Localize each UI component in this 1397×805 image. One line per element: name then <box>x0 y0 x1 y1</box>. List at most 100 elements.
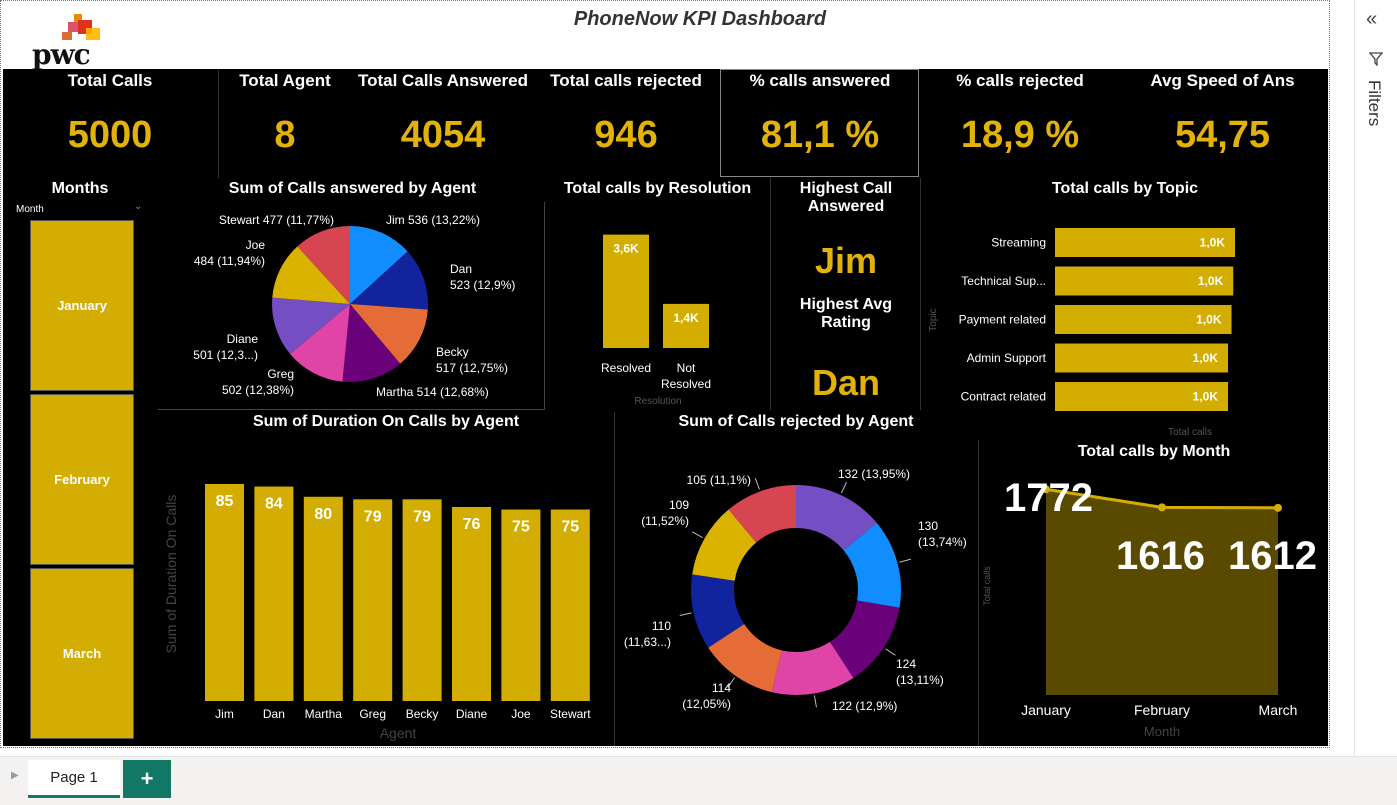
bar-data-label: 75 <box>512 519 530 536</box>
x-axis-title: Month <box>1144 724 1180 739</box>
dashboard-title: PhoneNow KPI Dashboard <box>573 8 827 30</box>
bar-data-label: 80 <box>314 506 332 523</box>
leader-line <box>679 612 692 616</box>
x-axis-title: Agent <box>380 725 417 741</box>
bar <box>550 509 590 701</box>
month-february-button[interactable]: February <box>30 394 134 565</box>
kpi-total-agent-value: 8 <box>274 114 296 156</box>
x-tick-label: Martha <box>305 707 343 721</box>
filters-label[interactable]: Filters <box>1364 80 1384 126</box>
x-tick-label: Dan <box>263 707 285 721</box>
bar-data-label: 76 <box>463 516 481 533</box>
leader-line <box>691 531 703 539</box>
highest-answered-label: Highest Call Answered <box>799 180 893 215</box>
pie-data-label: Martha 514 (12,68%) <box>376 385 489 399</box>
bar-data-label: 1,0K <box>1200 236 1226 250</box>
month-area-chart[interactable]: 1772 1616 1612 January February March Month Tot… <box>980 466 1326 744</box>
donut-data-label: 114 <box>712 681 731 695</box>
donut-data-label: 110 <box>652 619 671 633</box>
kpi-total-agent-label: Total Agent <box>239 71 331 90</box>
area-point <box>1274 503 1282 512</box>
topic-bar-chart[interactable]: Streaming 1,0K Technical Sup... 1,0K Payment… <box>922 202 1327 438</box>
kpi-pct-rejected-value: 18,9 % <box>960 114 1080 156</box>
resolution-bar-chart[interactable]: 3,6K Resolved 1,4K Not Resolved Resolution <box>555 202 765 408</box>
bar-data-label: 79 <box>364 508 382 525</box>
kpi-calls-answered-value: 4054 <box>400 114 486 156</box>
pie-data-label: 517 (12,75%) <box>436 361 508 375</box>
resolution-chart-title: Total calls by Resolution <box>563 180 752 197</box>
area-point <box>1158 503 1166 512</box>
answered-pie-chart[interactable]: Jim 536 (13,22%) Dan 523 (12,9%) Becky 517 (… <box>160 202 545 408</box>
rejected-donut-title: Sum of Calls rejected by Agent <box>678 413 914 430</box>
donut-data-label: 132 (13,95%) <box>838 467 910 481</box>
donut-data-label: 122 (12,9%) <box>832 699 897 713</box>
kpi-calls-answered-label: Total Calls Answered <box>357 71 529 90</box>
kpi-pct-rejected-label: % calls rejected <box>956 71 1084 90</box>
donut-data-label: (11,63...) <box>624 635 671 649</box>
donut-data-label: (11,52%) <box>641 514 689 528</box>
x-axis-title: Total calls <box>1168 427 1212 438</box>
x-axis-title: Resolution <box>634 396 681 407</box>
filter-icon[interactable] <box>1369 52 1383 66</box>
collapse-pane-icon[interactable]: « <box>1366 8 1377 31</box>
bar-data-label: 84 <box>265 496 283 513</box>
pie-data-label: 502 (12,38%) <box>222 383 294 397</box>
leader-line <box>754 477 760 490</box>
chevron-down-icon[interactable]: ⌄ <box>134 201 142 212</box>
y-tick-label: Streaming <box>991 236 1046 250</box>
month-january-button[interactable]: January <box>30 220 134 391</box>
bar-data-label: 1,0K <box>1198 274 1224 288</box>
donut-data-label: 130 <box>918 519 938 533</box>
pie-data-label: Stewart 477 (11,77%) <box>219 213 334 227</box>
kpi-avg-speed-label: Avg Speed of Ans <box>1150 71 1295 90</box>
bar-data-label: 75 <box>561 519 579 536</box>
pie-data-label: 501 (12,3...) <box>193 348 258 362</box>
pie-data-label: Jim 536 (13,22%) <box>386 213 480 227</box>
leader-line <box>885 648 896 656</box>
bar <box>452 506 491 701</box>
x-tick-label: January <box>1021 702 1071 718</box>
x-tick-label: Diane <box>456 707 488 721</box>
rejected-donut-chart[interactable]: 132 (13,95%) 130 (13,74%) 124 (13,11%) 122 (1… <box>616 436 976 744</box>
y-tick-label: Contract related <box>961 390 1046 404</box>
x-tick-label: Resolved <box>601 361 651 375</box>
x-tick-label: March <box>1259 702 1298 718</box>
pie-data-label: 523 (12,9%) <box>450 278 515 292</box>
month-march-button[interactable]: March <box>30 568 134 739</box>
scroll-left-icon[interactable]: ▶ <box>11 770 19 781</box>
x-tick-label: Becky <box>406 707 439 721</box>
duration-bar-chart[interactable]: 85 Jim 84 Dan 80 Martha 79 Greg 79 Becky 76 Diane 75… <box>158 436 612 744</box>
x-tick-label: February <box>1134 702 1190 718</box>
area-data-label: 1612 <box>1228 534 1317 578</box>
add-page-button[interactable]: + <box>123 760 171 798</box>
pie-data-label: Joe <box>246 238 266 252</box>
donut-data-label: (13,11%) <box>896 673 944 687</box>
bar-data-label: 1,0K <box>1193 390 1219 404</box>
kpi-avg-speed-value: 54,75 <box>1174 114 1271 156</box>
bar <box>402 499 442 701</box>
y-tick-label: Admin Support <box>967 351 1047 365</box>
bar-data-label: 1,0K <box>1193 351 1219 365</box>
donut-data-label: 124 <box>896 657 916 671</box>
kpi-calls-rejected-label: Total calls rejected <box>550 71 702 90</box>
divider <box>978 440 979 746</box>
y-tick-label: Payment related <box>959 313 1046 327</box>
duration-chart-title: Sum of Duration On Calls by Agent <box>252 413 520 430</box>
donut-data-label: (12,05%) <box>682 697 731 711</box>
bar <box>353 499 393 701</box>
x-tick-label: Jim <box>215 707 234 721</box>
months-slicer-title: Months <box>51 180 109 197</box>
bar <box>254 486 294 701</box>
tab-page-1[interactable]: Page 1 <box>28 760 120 798</box>
donut-data-label: 109 <box>669 498 689 512</box>
bar <box>205 484 244 701</box>
area-fill <box>1046 489 1278 695</box>
x-tick-label: Not <box>677 361 696 375</box>
y-axis-title: Total calls <box>982 566 992 606</box>
x-tick-label: Greg <box>359 707 386 721</box>
answered-pie-title: Sum of Calls answered by Agent <box>228 180 477 197</box>
x-tick-label: Stewart <box>550 707 591 721</box>
leader-line <box>813 695 817 708</box>
bar-data-label: 1,4K <box>673 311 699 325</box>
pie-data-label: Diane <box>227 332 259 346</box>
